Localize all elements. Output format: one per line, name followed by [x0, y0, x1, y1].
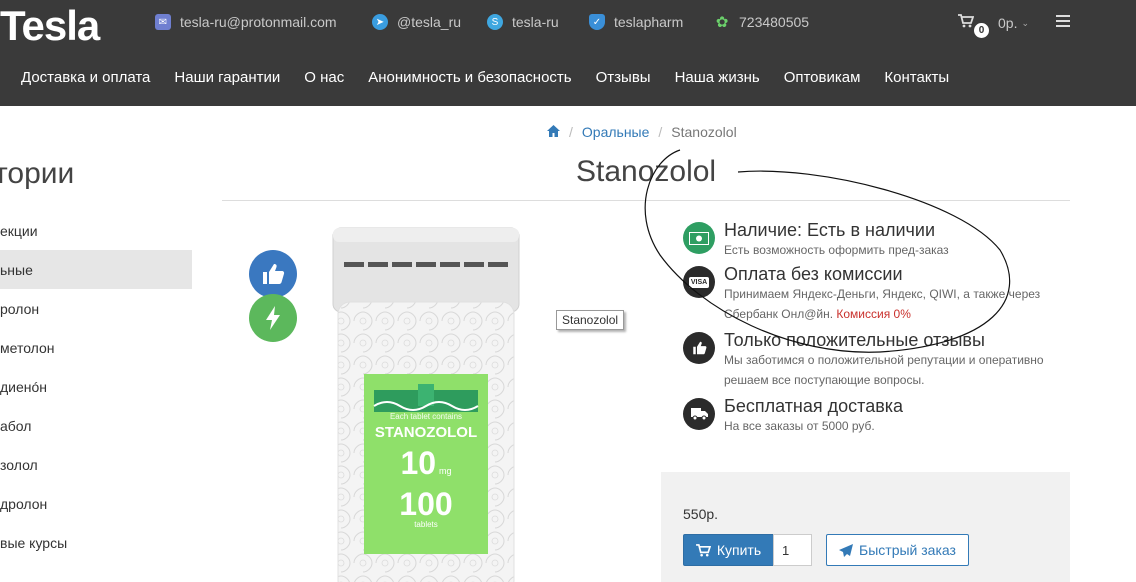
cart-icon: [958, 14, 975, 32]
breadcrumb: / Оральные / Stanozolol: [547, 124, 737, 140]
menu-icon[interactable]: [1056, 15, 1070, 30]
category-list: екции ьные ролон метолон диенóн абол зол…: [0, 211, 192, 562]
product-price: 550р.: [683, 506, 719, 522]
breadcrumb-link[interactable]: Оральные: [582, 124, 650, 140]
category-item[interactable]: метолон: [0, 328, 192, 367]
nav-reviews[interactable]: Отзывы: [596, 69, 651, 86]
chevron-down-icon: ⌄: [1021, 17, 1030, 28]
category-item[interactable]: абол: [0, 406, 192, 445]
main-nav: Доставка и оплата Наши гарантии О нас Ан…: [21, 69, 973, 86]
nav-contacts[interactable]: Контакты: [884, 69, 949, 86]
feature-desc: Есть возможность оформить пред-заказ: [724, 243, 949, 257]
label-line1: Each tablet contains: [389, 412, 463, 421]
skype-icon: S: [487, 14, 503, 30]
buy-button[interactable]: Купить: [683, 534, 774, 566]
quick-order-label: Быстрый заказ: [859, 542, 956, 558]
commission-note: Комиссия 0%: [836, 307, 911, 321]
cart-button[interactable]: 0 0р. ⌄: [958, 14, 1030, 38]
label-count-unit: tablets: [414, 520, 438, 529]
buy-button-label: Купить: [716, 542, 762, 558]
sidebar-title: тории: [0, 157, 75, 190]
nav-guarantees[interactable]: Наши гарантии: [174, 69, 280, 86]
category-item[interactable]: вые курсы: [0, 523, 192, 562]
contact-telegram[interactable]: ➤ @tesla_ru: [372, 14, 461, 30]
nav-our-life[interactable]: Наша жизнь: [675, 69, 760, 86]
visa-card-icon: VISA: [683, 266, 715, 298]
breadcrumb-current: Stanozolol: [671, 124, 737, 140]
mail-icon: ✉: [155, 14, 171, 30]
quick-order-button[interactable]: Быстрый заказ: [826, 534, 969, 566]
money-icon: [683, 222, 715, 254]
contact-shield-text: teslapharm: [614, 14, 684, 30]
header: Tesla ✉ tesla-ru@protonmail.com ➤ @tesla…: [0, 0, 1136, 106]
contact-skype[interactable]: S tesla-ru: [487, 14, 559, 30]
contact-email[interactable]: ✉ tesla-ru@protonmail.com: [155, 14, 337, 30]
feature-title: Бесплатная доставка: [724, 396, 904, 416]
contact-telegram-text: @tesla_ru: [397, 14, 462, 30]
product-title: Stanozolol: [576, 155, 717, 188]
feature-delivery: Бесплатная доставка На все заказы от 500…: [683, 396, 1059, 436]
feature-desc: Мы заботимся о положительной репутации и…: [724, 353, 1044, 387]
feature-reviews: Только положительные отзывы Мы заботимся…: [683, 330, 1059, 390]
category-item-active[interactable]: ьные: [0, 250, 192, 289]
thumbs-up-badge-icon: [249, 250, 297, 298]
title-divider: [222, 200, 1070, 201]
icq-flower-icon: ✿: [715, 14, 729, 31]
contact-icq[interactable]: ✿ 723480505: [714, 14, 810, 31]
contact-skype-text: tesla-ru: [512, 14, 559, 30]
product-label-text: Each tablet contains STANOZOLOL 10 mg 100…: [364, 412, 488, 529]
feature-title: Только положительные отзывы: [724, 330, 985, 350]
lightning-badge-icon: [249, 294, 297, 342]
nav-about[interactable]: О нас: [304, 69, 344, 86]
category-item[interactable]: дролон: [0, 484, 192, 523]
shield-icon: ✓: [589, 14, 605, 30]
feature-title: Оплата без комиссии: [724, 264, 903, 284]
label-unit: mg: [439, 466, 452, 476]
feature-desc: Принимаем Яндекс-Деньги, Яндекс, QIWI, а…: [724, 287, 1041, 321]
label-name: STANOZOLOL: [374, 424, 478, 441]
telegram-icon: ➤: [372, 14, 388, 30]
label-dose: 10: [400, 445, 437, 481]
quantity-input[interactable]: [773, 534, 812, 566]
nav-wholesale[interactable]: Оптовикам: [784, 69, 861, 86]
cart-count-badge: 0: [974, 23, 989, 38]
home-icon[interactable]: [547, 124, 560, 140]
nav-anonymity[interactable]: Анонимность и безопасность: [368, 69, 571, 86]
nav-delivery[interactable]: Доставка и оплата: [21, 69, 150, 86]
feature-payment: VISA Оплата без комиссии Принимаем Яндек…: [683, 264, 1059, 324]
label-count: 100: [399, 486, 453, 522]
cart-sum: 0р.: [998, 15, 1018, 31]
contact-shield[interactable]: ✓ teslapharm: [589, 14, 683, 30]
category-item[interactable]: екции: [0, 211, 192, 250]
truck-icon: [683, 398, 715, 430]
image-tooltip: Stanozolol: [556, 310, 625, 330]
feature-desc: На все заказы от 5000 руб.: [724, 419, 875, 433]
cart-icon: [695, 543, 711, 556]
category-item[interactable]: ролон: [0, 289, 192, 328]
thumbs-up-icon: [683, 332, 715, 364]
feature-availability: Наличие: Есть в наличии Есть возможность…: [683, 220, 1059, 260]
send-icon: [839, 543, 854, 557]
category-item[interactable]: золол: [0, 445, 192, 484]
feature-title: Наличие: Есть в наличии: [724, 220, 935, 240]
category-item[interactable]: диенóн: [0, 367, 192, 406]
logo[interactable]: Tesla: [0, 2, 100, 50]
contact-email-text: tesla-ru@protonmail.com: [180, 14, 337, 30]
contact-icq-text: 723480505: [739, 14, 810, 30]
